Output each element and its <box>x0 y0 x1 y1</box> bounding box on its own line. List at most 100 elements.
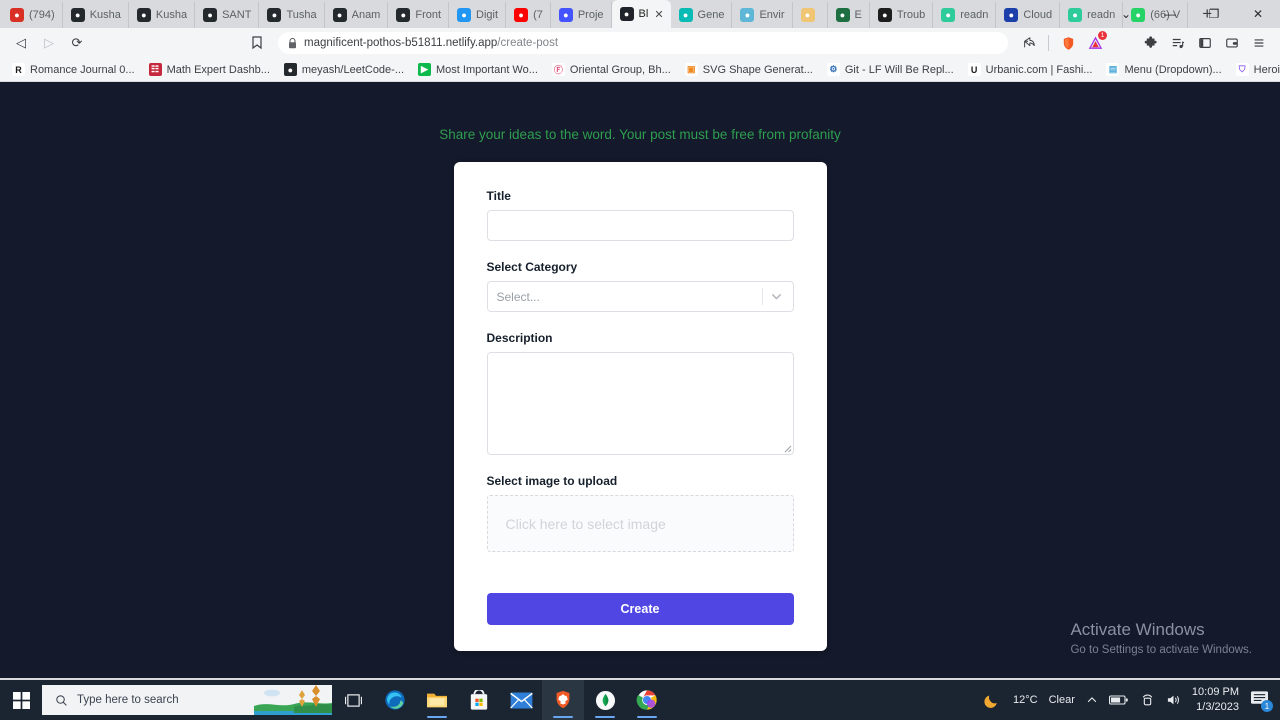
taskbar-app-microsoft-store-icon[interactable] <box>458 680 500 720</box>
browser-tab[interactable]: ●readn <box>933 2 996 28</box>
taskbar-app-brave-icon[interactable] <box>542 680 584 720</box>
weather-temperature[interactable]: 12°C <box>1013 694 1038 706</box>
bookmark-item[interactable]: RRomance Journal 0... <box>6 61 141 78</box>
browser-tab[interactable]: ●E <box>828 2 870 28</box>
tab-close-icon[interactable]: ✕ <box>654 8 663 21</box>
browser-tab[interactable]: ●(794) <box>2 2 63 28</box>
taskbar-app-chrome-icon[interactable] <box>626 680 668 720</box>
bookmark-item[interactable]: ⚙Git - LF Will Be Repl... <box>821 61 960 78</box>
bookmark-item[interactable]: ⛉Heroicons <box>1230 61 1280 78</box>
menu-icon[interactable] <box>1246 30 1272 56</box>
browser-tab[interactable]: ●Digit <box>449 2 506 28</box>
shield-icon: ⛉ <box>1236 63 1249 76</box>
hash-icon: ● <box>1068 8 1082 22</box>
tab-label: Front <box>415 9 441 21</box>
rewards-badge: 1 <box>1098 31 1107 40</box>
browser-window: ●(794)●Kusha●Kusha●SANT●Tusha●Anam●Front… <box>0 0 1280 680</box>
lock-icon <box>288 38 297 49</box>
title-label: Title <box>487 189 794 203</box>
browser-tab[interactable]: ●SANT <box>195 2 259 28</box>
forward-icon[interactable]: ▷ <box>36 30 62 56</box>
reload-icon[interactable]: ⟳ <box>64 30 90 56</box>
create-button[interactable]: Create <box>487 593 794 625</box>
show-hidden-icons-chevron-up-icon[interactable] <box>1086 694 1098 706</box>
browser-tab[interactable]: ●Bl✕ <box>612 0 671 28</box>
browser-tab[interactable]: ●Anam <box>325 2 389 28</box>
tab-label: Envir <box>759 9 784 21</box>
bookmark-item[interactable]: ▶Most Important Wo... <box>412 61 544 78</box>
browser-tab[interactable]: ●Envir <box>732 2 792 28</box>
taskbar-app-mongodb-compass-icon[interactable] <box>584 680 626 720</box>
diamond-icon: ● <box>679 8 693 22</box>
browser-tab[interactable]: ●Front <box>388 2 449 28</box>
back-icon[interactable]: ◁ <box>8 30 34 56</box>
bookmark-icon[interactable] <box>244 30 270 56</box>
running-indicator <box>427 716 447 718</box>
browser-tab[interactable]: ●Tusha <box>259 2 324 28</box>
taskbar-app-mail-icon[interactable] <box>500 680 542 720</box>
taskbar-app-edge-icon[interactable] <box>374 680 416 720</box>
minimize-button[interactable]: — <box>1148 0 1192 28</box>
windows-taskbar: Type here to search <box>0 680 1280 720</box>
weather-description[interactable]: Clear <box>1049 694 1075 706</box>
browser-tab[interactable]: ●Kusha <box>129 2 195 28</box>
tab-label: E <box>855 9 862 21</box>
category-placeholder: Select... <box>497 290 762 304</box>
playlist-icon[interactable] <box>1165 30 1191 56</box>
browser-tab[interactable]: ●Gene <box>671 2 733 28</box>
browser-tab[interactable]: ●Troub <box>870 2 933 28</box>
moon-icon: ● <box>801 8 815 22</box>
category-select[interactable]: Select... <box>487 281 794 312</box>
battery-icon[interactable] <box>1109 694 1129 706</box>
title-input[interactable] <box>487 210 794 241</box>
chevron-down-icon[interactable] <box>763 289 791 304</box>
tab-label: Tusha <box>286 9 316 21</box>
share-icon[interactable] <box>1016 30 1042 56</box>
search-input[interactable]: Type here to search <box>42 685 332 715</box>
brave-shields-icon[interactable] <box>1055 30 1081 56</box>
sidebar-icon[interactable] <box>1192 30 1218 56</box>
network-icon[interactable] <box>1140 693 1155 707</box>
bookmark-label: Math Expert Dashb... <box>167 64 270 76</box>
brave-rewards-icon[interactable]: 1 <box>1082 30 1108 56</box>
search-placeholder: Type here to search <box>77 694 179 706</box>
bookmark-item[interactable]: ⒻOriental Group, Bh... <box>546 61 677 78</box>
maximize-button[interactable]: ❐ <box>1192 0 1236 28</box>
browser-tab[interactable]: ● <box>793 2 828 28</box>
browser-tab[interactable]: ●Cloud <box>996 2 1060 28</box>
bookmark-item[interactable]: ▤Menu (Dropdown)... <box>1100 61 1227 78</box>
bookmark-item[interactable]: ▣SVG Shape Generat... <box>679 61 819 78</box>
address-bar[interactable]: magnificent-pothos-b51811.netlify.app/cr… <box>278 32 1008 54</box>
task-view-icon[interactable] <box>332 680 374 720</box>
hash-icon: ● <box>941 8 955 22</box>
tab-search-button[interactable]: ⌄ <box>1104 0 1148 28</box>
bookmark-item[interactable]: ●meyash/LeetCode-... <box>278 61 410 78</box>
close-button[interactable]: ✕ <box>1236 0 1280 28</box>
url-text: magnificent-pothos-b51811.netlify.app/cr… <box>304 37 558 49</box>
browser-tab[interactable]: ●Proje <box>551 2 612 28</box>
start-button[interactable] <box>0 692 42 709</box>
browser-tab[interactable]: ●(7 <box>506 2 551 28</box>
toolbar-divider <box>1048 35 1049 51</box>
bookmark-label: Oriental Group, Bh... <box>570 64 671 76</box>
volume-icon[interactable] <box>1166 693 1181 707</box>
browser-tab[interactable]: ●Kusha <box>63 2 129 28</box>
bookmark-item[interactable]: UUrbanic.com | Fashi... <box>962 61 1099 78</box>
extensions-icon[interactable] <box>1138 30 1164 56</box>
running-indicator <box>553 716 573 718</box>
bookmark-label: Romance Journal 0... <box>30 64 135 76</box>
bookmark-label: Menu (Dropdown)... <box>1124 64 1221 76</box>
wallet-icon[interactable] <box>1219 30 1245 56</box>
clock[interactable]: 10:09 PM 1/3/2023 <box>1192 685 1239 715</box>
github-icon: ● <box>137 8 151 22</box>
window-controls: ⌄ — ❐ ✕ <box>1104 0 1280 28</box>
taskbar-app-file-explorer-icon[interactable] <box>416 680 458 720</box>
description-field-group: Description <box>487 331 794 455</box>
running-indicator <box>595 716 615 718</box>
weather-icon[interactable] <box>983 691 1002 710</box>
search-illustration <box>254 685 332 715</box>
notification-center-button[interactable]: 1 <box>1250 690 1270 710</box>
bookmark-item[interactable]: ☷Math Expert Dashb... <box>143 61 276 78</box>
description-textarea[interactable] <box>487 352 794 455</box>
image-dropzone[interactable]: Click here to select image <box>487 495 794 552</box>
